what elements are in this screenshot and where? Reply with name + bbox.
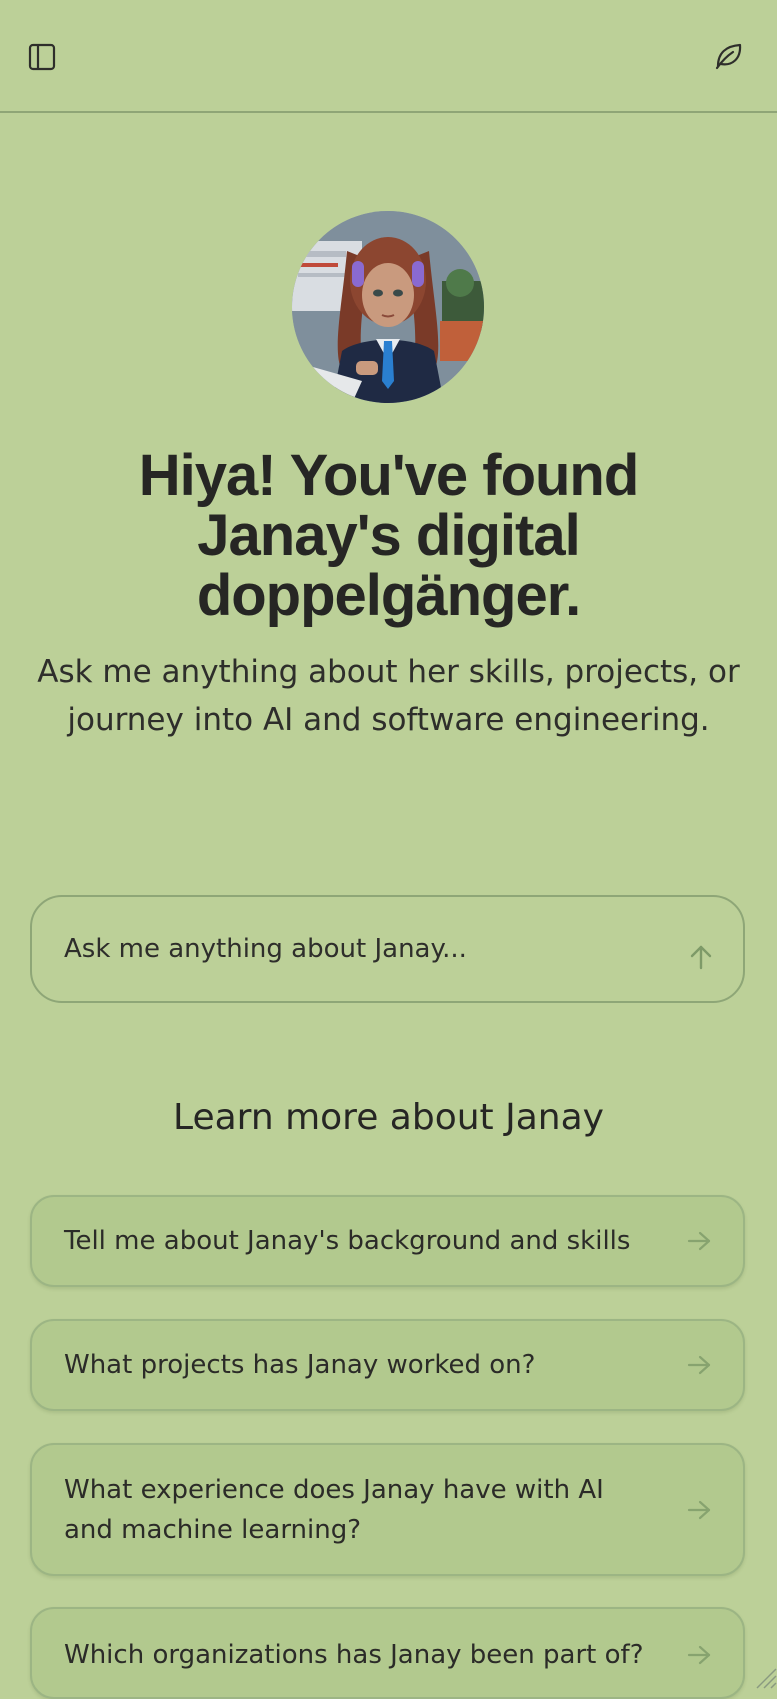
hero-title: Hiya! You've found Janay's digital doppe… (0, 446, 777, 626)
suggestion-button[interactable]: Which organizations has Janay been part … (30, 1607, 745, 1699)
hero-title-line: Hiya! You've found (138, 443, 640, 508)
ask-input[interactable] (64, 927, 644, 971)
arrow-up-icon (690, 945, 712, 970)
suggestion-button[interactable]: What projects has Janay worked on? (30, 1319, 745, 1411)
arrow-right-icon (685, 1351, 713, 1379)
resize-grip-icon[interactable] (747, 1659, 777, 1689)
arrow-right-icon (685, 1641, 713, 1669)
arrow-right-icon (685, 1227, 713, 1255)
suggestion-label: What experience does Janay have with AI … (64, 1474, 604, 1545)
ask-box (30, 895, 745, 1003)
hero-title-line: doppelgänger. (196, 563, 581, 628)
suggestion-label: What projects has Janay worked on? (64, 1350, 536, 1380)
suggestion-button[interactable]: What experience does Janay have with AI … (30, 1443, 745, 1576)
top-bar (0, 0, 777, 113)
send-button[interactable] (681, 937, 721, 977)
leaf-icon (715, 43, 742, 70)
sidebar-toggle-button[interactable] (20, 35, 64, 79)
hero-subtitle-line: journey into AI and software engineering… (67, 702, 710, 738)
theme-toggle-button[interactable] (707, 34, 751, 78)
suggestions-title: Learn more about Janay (173, 1097, 604, 1138)
suggestion-label: Which organizations has Janay been part … (64, 1640, 644, 1670)
sidebar-panel-icon (28, 43, 56, 71)
avatar (292, 211, 484, 403)
hero-title-line: Janay's digital (197, 503, 580, 568)
suggestion-label: Tell me about Janay's background and ski… (64, 1226, 631, 1256)
hero-subtitle-line: Ask me anything about her skills, projec… (37, 654, 740, 690)
arrow-right-icon (685, 1496, 713, 1524)
hero-subtitle: Ask me anything about her skills, projec… (30, 648, 747, 744)
suggestion-button[interactable]: Tell me about Janay's background and ski… (30, 1195, 745, 1287)
